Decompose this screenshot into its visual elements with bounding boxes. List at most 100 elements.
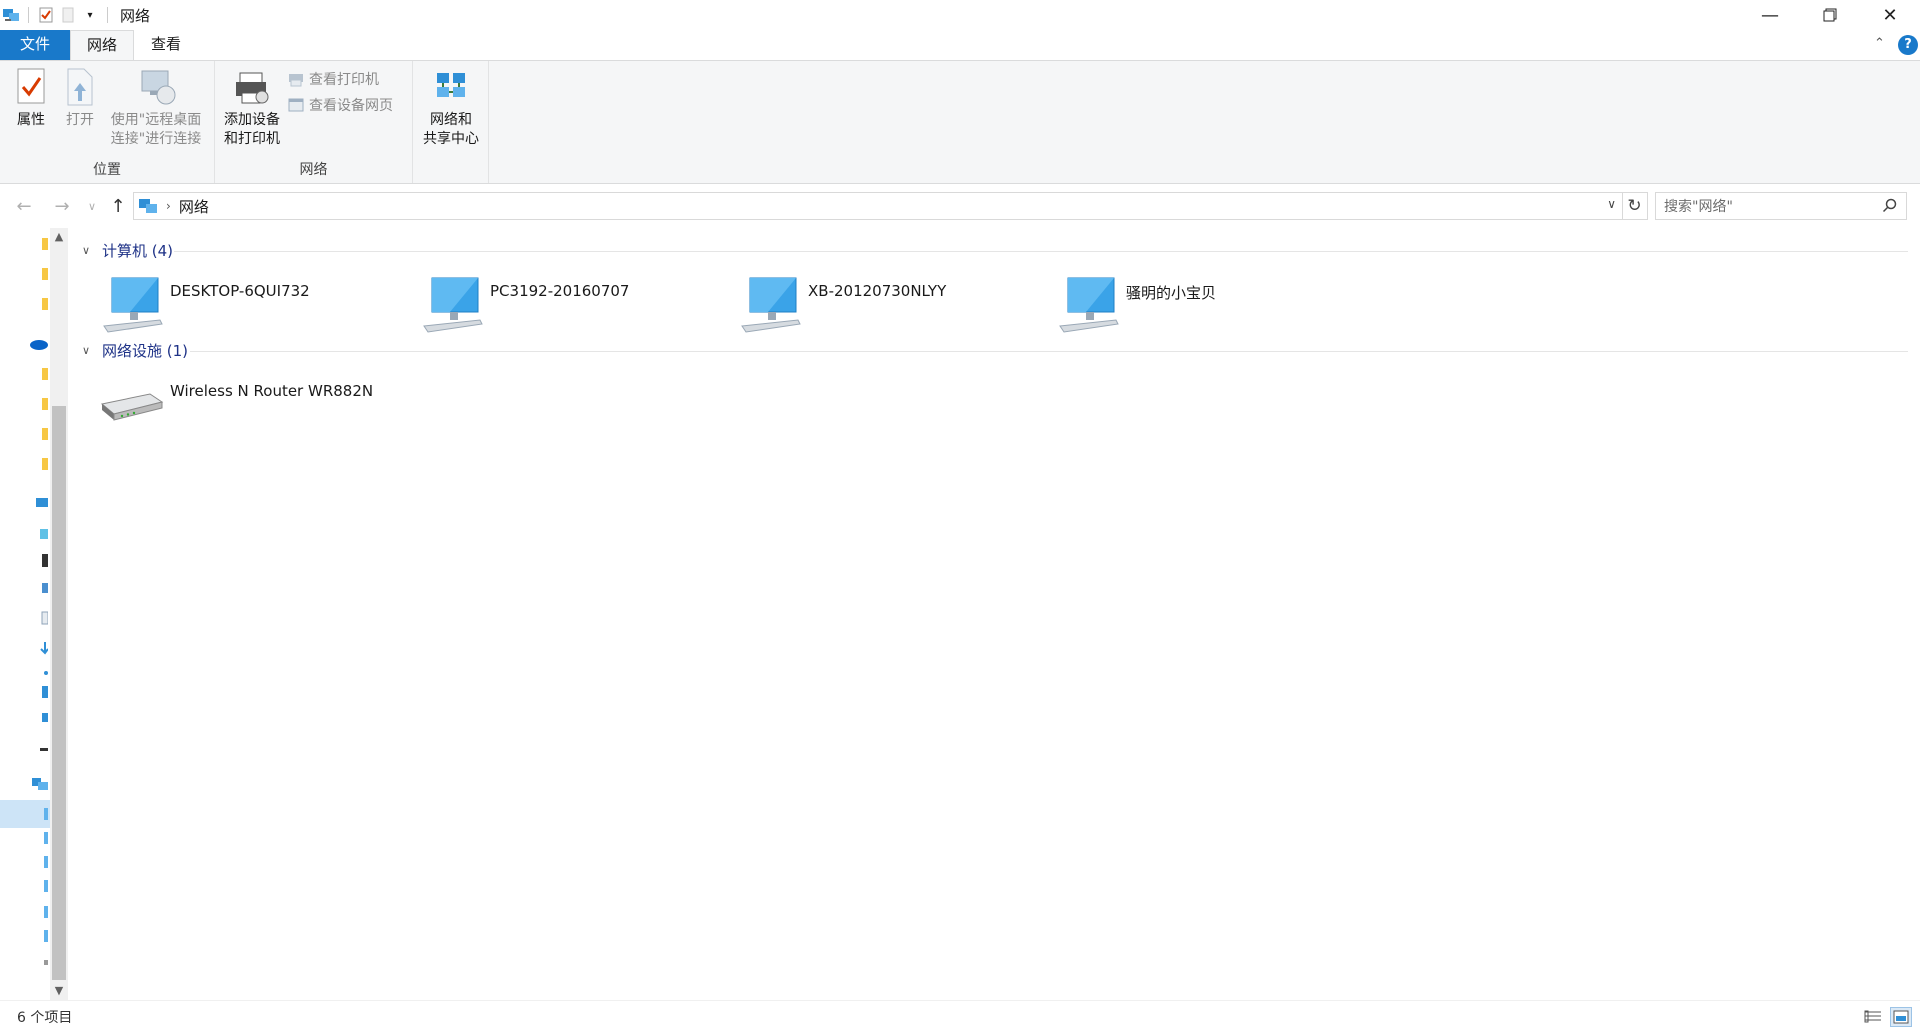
group-header-computers[interactable]: ∨ 计算机 (4) bbox=[82, 240, 1908, 261]
router-item[interactable]: Wireless N Router WR882N bbox=[100, 372, 373, 436]
router-nav-icon[interactable] bbox=[30, 954, 48, 970]
search-placeholder: 搜索"网络" bbox=[1664, 199, 1733, 215]
back-button[interactable]: ← bbox=[12, 195, 36, 217]
scroll-up-icon[interactable]: ▲ bbox=[50, 228, 68, 246]
properties-button[interactable]: 属性 bbox=[8, 65, 54, 130]
ribbon: 属性 打开 使用"远程桌面 连接"进行连接 位置 添加设备 和打印机 查看打印机… bbox=[0, 60, 1920, 184]
computer-item[interactable]: DESKTOP-6QUI732 bbox=[100, 272, 310, 336]
collapse-chevron-icon[interactable]: ∨ bbox=[82, 244, 96, 257]
remote-desktop-label-1: 使用"远程桌面 bbox=[110, 112, 202, 128]
tab-view[interactable]: 查看 bbox=[134, 30, 198, 60]
navigation-bar: ← → ∨ ↑ › 网络 ∨ ↻ 搜索"网络" bbox=[0, 185, 1920, 227]
properties-qat-icon[interactable] bbox=[35, 0, 57, 30]
tab-network[interactable]: 网络 bbox=[70, 30, 134, 60]
ribbon-tabs: 文件 网络 查看 ⌃ ? bbox=[0, 30, 1920, 60]
forward-button[interactable]: → bbox=[50, 195, 74, 217]
computer-nav-icon[interactable] bbox=[30, 904, 48, 920]
downloads-icon[interactable] bbox=[30, 640, 48, 656]
computer-nav-icon[interactable] bbox=[30, 928, 48, 944]
computer-nav-icon[interactable] bbox=[30, 854, 48, 870]
network-nav-icon[interactable] bbox=[30, 776, 48, 792]
network-sharing-center-button[interactable]: 网络和 共享中心 bbox=[417, 65, 485, 149]
search-input[interactable]: 搜索"网络" bbox=[1655, 192, 1907, 220]
folder-icon[interactable] bbox=[30, 396, 48, 412]
breadcrumb-network[interactable]: 网络 bbox=[179, 196, 209, 217]
scrollbar-thumb[interactable] bbox=[52, 406, 66, 980]
navigation-pane[interactable]: ▲ ▼ bbox=[0, 228, 70, 1000]
address-dropdown-icon[interactable]: ∨ bbox=[1607, 197, 1616, 211]
view-printers-button[interactable]: 查看打印机 bbox=[287, 69, 379, 89]
open-icon bbox=[58, 65, 102, 109]
details-view-icon bbox=[1864, 1010, 1881, 1023]
remote-desktop-label-2: 连接"进行连接 bbox=[110, 131, 202, 147]
open-button[interactable]: 打开 bbox=[58, 65, 102, 130]
computer-item[interactable]: 骚明的小宝贝 bbox=[1056, 272, 1216, 336]
qat-dropdown-icon[interactable]: ▾ bbox=[79, 0, 101, 30]
new-folder-qat-icon[interactable] bbox=[57, 0, 79, 30]
scroll-down-icon[interactable]: ▼ bbox=[50, 982, 68, 1000]
breadcrumb-chevron-icon[interactable]: › bbox=[166, 199, 171, 213]
ribbon-group-network: 添加设备 和打印机 查看打印机 查看设备网页 网络 bbox=[215, 61, 413, 183]
refresh-button[interactable]: ↻ bbox=[1622, 192, 1648, 220]
computer-icon bbox=[741, 277, 801, 333]
network-group-label: 网络 bbox=[299, 162, 328, 178]
group-title-computers: 计算机 (4) bbox=[102, 242, 174, 260]
view-printers-label: 查看打印机 bbox=[309, 72, 379, 88]
videos-icon[interactable] bbox=[30, 552, 48, 568]
nav-scrollbar[interactable]: ▲ ▼ bbox=[50, 228, 68, 1000]
this-pc-icon[interactable] bbox=[30, 496, 48, 512]
computer-icon bbox=[103, 277, 163, 333]
group-divider bbox=[190, 351, 1908, 352]
computer-nav-icon[interactable] bbox=[30, 830, 48, 846]
restore-button[interactable] bbox=[1800, 0, 1860, 30]
minimize-button[interactable]: — bbox=[1740, 0, 1800, 30]
item-count: 6 个项目 bbox=[17, 1010, 73, 1026]
tab-file[interactable]: 文件 bbox=[0, 30, 70, 60]
network-location-icon bbox=[139, 199, 157, 213]
network-sharing-label-1: 网络和 bbox=[430, 112, 472, 128]
pictures-icon[interactable] bbox=[30, 580, 48, 596]
onedrive-icon[interactable] bbox=[30, 336, 48, 352]
computer-nav-icon[interactable] bbox=[30, 878, 48, 894]
folder-icon[interactable] bbox=[30, 266, 48, 282]
group-header-network-infrastructure[interactable]: ∨ 网络设施 (1) bbox=[82, 340, 1908, 361]
collapse-ribbon-icon[interactable]: ⌃ bbox=[1874, 36, 1885, 51]
network-sharing-label-2: 共享中心 bbox=[423, 131, 479, 147]
details-view-button[interactable] bbox=[1862, 1007, 1884, 1027]
folder-icon[interactable] bbox=[30, 426, 48, 442]
add-device-label-1: 添加设备 bbox=[224, 112, 280, 128]
properties-icon bbox=[9, 65, 53, 109]
computer-icon bbox=[423, 277, 483, 333]
3d-objects-icon[interactable] bbox=[30, 526, 48, 542]
folder-icon[interactable] bbox=[30, 456, 48, 472]
remote-desktop-button[interactable]: 使用"远程桌面 连接"进行连接 bbox=[104, 65, 208, 149]
windows-drive-icon[interactable] bbox=[30, 710, 48, 726]
view-device-webpage-button[interactable]: 查看设备网页 bbox=[287, 95, 393, 115]
up-button[interactable]: ↑ bbox=[106, 195, 130, 217]
qat-separator bbox=[107, 7, 108, 23]
router-name: Wireless N Router WR882N bbox=[170, 382, 374, 400]
add-device-button[interactable]: 添加设备 和打印机 bbox=[219, 65, 285, 149]
address-bar[interactable]: › 网络 ∨ bbox=[133, 192, 1623, 220]
large-icons-view-button[interactable] bbox=[1890, 1007, 1912, 1027]
folder-icon[interactable] bbox=[30, 366, 48, 382]
computer-item[interactable]: PC3192-20160707 bbox=[420, 272, 629, 336]
recent-locations-button[interactable]: ∨ bbox=[80, 195, 104, 217]
close-button[interactable]: ✕ bbox=[1860, 0, 1920, 30]
status-bar: 6 个项目 bbox=[0, 1000, 1920, 1032]
computer-nav-icon[interactable] bbox=[30, 806, 48, 822]
computer-item[interactable]: XB-20120730NLYY bbox=[738, 272, 946, 336]
add-device-label-2: 和打印机 bbox=[224, 131, 280, 147]
ribbon-group-sharing: 网络和 共享中心 bbox=[413, 61, 489, 183]
network-app-icon[interactable] bbox=[0, 0, 22, 30]
window-title: 网络 bbox=[120, 7, 151, 25]
folder-icon[interactable] bbox=[30, 236, 48, 252]
ribbon-group-location: 属性 打开 使用"远程桌面 连接"进行连接 位置 bbox=[0, 61, 215, 183]
desktop-icon[interactable] bbox=[30, 684, 48, 700]
drive-icon[interactable] bbox=[30, 740, 48, 756]
folder-icon[interactable] bbox=[30, 296, 48, 312]
collapse-chevron-icon[interactable]: ∨ bbox=[82, 344, 96, 357]
documents-icon[interactable] bbox=[30, 610, 48, 626]
device-webpage-icon bbox=[288, 98, 304, 112]
help-icon[interactable]: ? bbox=[1898, 35, 1918, 55]
